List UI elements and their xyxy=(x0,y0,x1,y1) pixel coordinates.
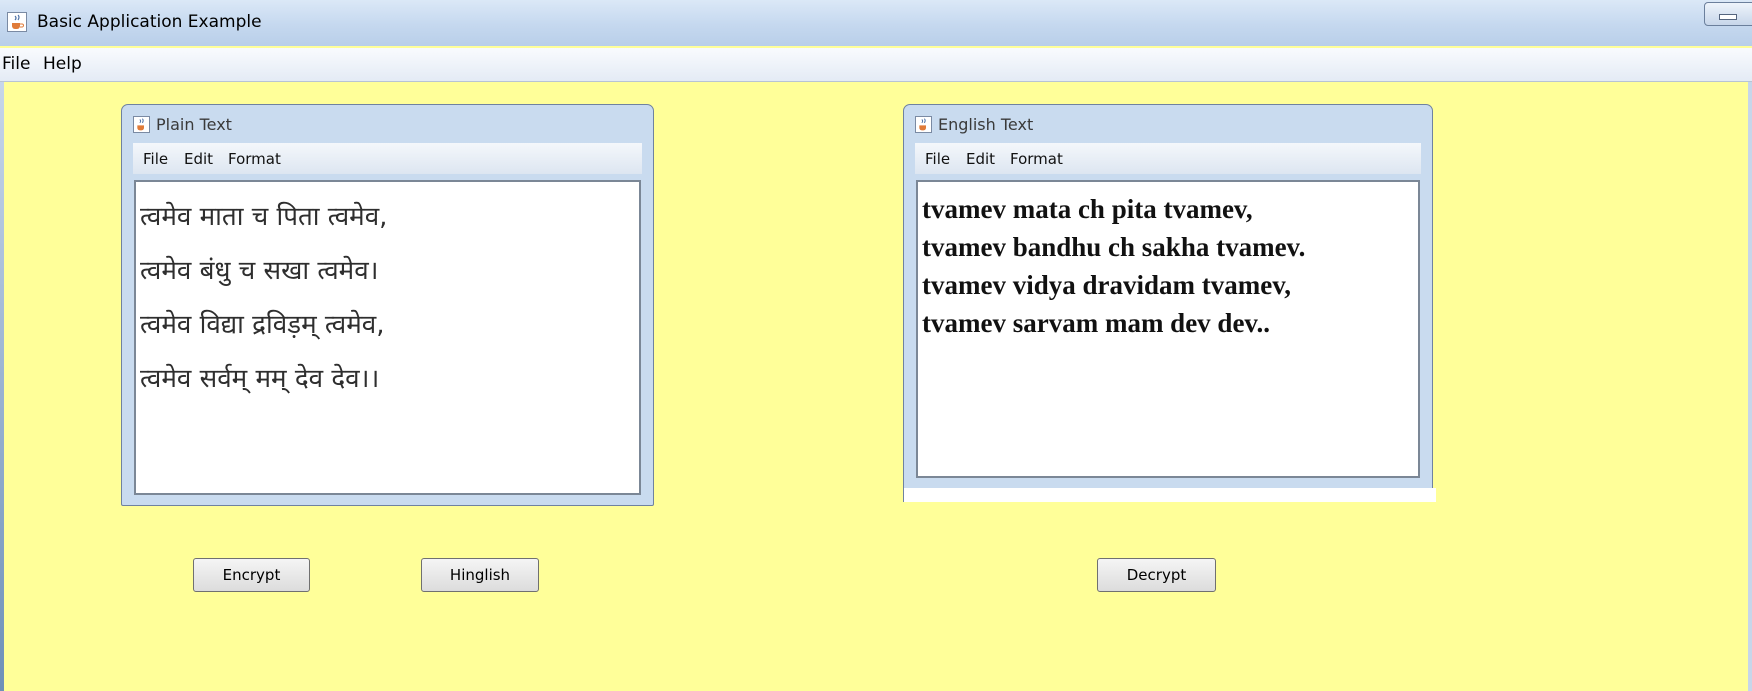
plain-text-line: त्वमेव बंधु च सखा त्वमेव। xyxy=(140,256,379,286)
english-text-line: tvamev vidya dravidam tvamev, xyxy=(922,270,1291,300)
english-menu-file[interactable]: File xyxy=(925,150,950,168)
plain-menu-format[interactable]: Format xyxy=(228,150,281,168)
minimize-icon xyxy=(1719,14,1737,20)
encrypt-button[interactable]: Encrypt xyxy=(193,558,310,592)
plain-text-line: त्वमेव विद्या द्रविड़म् त्वमेव, xyxy=(140,310,385,340)
english-text-menubar: File Edit Format xyxy=(915,143,1421,174)
plain-menu-file[interactable]: File xyxy=(143,150,168,168)
java-cup-icon[interactable] xyxy=(7,12,27,32)
main-menubar: File Help xyxy=(0,48,1752,82)
english-text-area[interactable]: tvamev mata ch pita tvamev, tvamev bandh… xyxy=(916,180,1420,478)
menu-help[interactable]: Help xyxy=(43,54,82,74)
plain-text-frame-title-bar[interactable]: Plain Text xyxy=(122,105,653,143)
plain-text-menubar: File Edit Format xyxy=(133,143,642,174)
english-frame-resize-strip xyxy=(903,488,1436,502)
plain-text-line: त्वमेव माता च पिता त्वमेव, xyxy=(140,202,388,232)
window-right-edge xyxy=(1748,82,1752,691)
minimize-button[interactable] xyxy=(1704,2,1752,26)
plain-text-frame: Plain Text File Edit Format त्वमेव माता … xyxy=(121,104,654,506)
english-text-line: tvamev sarvam mam dev dev.. xyxy=(922,308,1270,338)
english-menu-format[interactable]: Format xyxy=(1010,150,1063,168)
java-cup-icon xyxy=(915,116,932,133)
decrypt-button[interactable]: Decrypt xyxy=(1097,558,1216,592)
window-left-edge xyxy=(0,82,4,691)
hinglish-button[interactable]: Hinglish xyxy=(421,558,539,592)
english-text-line: tvamev mata ch pita tvamev, xyxy=(922,194,1253,224)
plain-text-line: त्वमेव सर्वम् मम् देव देव।। xyxy=(140,364,380,394)
english-text-frame: English Text File Edit Format tvamev mat… xyxy=(903,104,1433,491)
plain-text-area[interactable]: त्वमेव माता च पिता त्वमेव, त्वमेव बंधु च… xyxy=(134,180,641,495)
english-text-frame-title: English Text xyxy=(938,115,1034,134)
english-text-line: tvamev bandhu ch sakha tvamev. xyxy=(922,232,1306,262)
plain-text-frame-title: Plain Text xyxy=(156,115,232,134)
english-menu-edit[interactable]: Edit xyxy=(966,150,995,168)
window-title-bar: Basic Application Example xyxy=(0,0,1752,46)
menu-file[interactable]: File xyxy=(2,54,30,74)
english-text-frame-title-bar[interactable]: English Text xyxy=(904,105,1432,143)
window-title: Basic Application Example xyxy=(37,12,262,32)
java-cup-icon xyxy=(133,116,150,133)
plain-menu-edit[interactable]: Edit xyxy=(184,150,213,168)
